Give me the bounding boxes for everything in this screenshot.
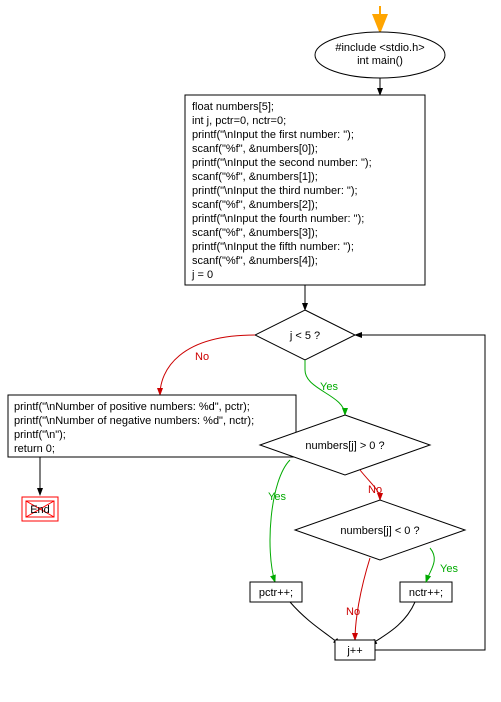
condneg-no-label: No — [346, 606, 360, 618]
edge-condneg-no — [355, 558, 370, 640]
decl-l9: scanf("%f", &numbers[3]); — [192, 227, 318, 239]
edge-condneg-yes — [426, 548, 434, 582]
decl-l1: int j, pctr=0, nctr=0; — [192, 115, 286, 127]
decl-l8: printf("\nInput the fourth number: "); — [192, 213, 364, 225]
header-line1: #include <stdio.h> — [335, 42, 424, 54]
condneg-yes-label: Yes — [440, 563, 458, 575]
end-text: End — [30, 504, 50, 516]
condneg-text: numbers[j] < 0 ? — [340, 525, 419, 537]
condpos-no-label: No — [368, 484, 382, 496]
edge-nctr-jpp — [370, 602, 415, 645]
edge-condpos-yes — [270, 460, 290, 582]
out-l0: printf("\nNumber of positive numbers: %d… — [14, 401, 250, 413]
decl-l11: scanf("%f", &numbers[4]); — [192, 255, 318, 267]
edge-condj-no — [160, 335, 255, 395]
out-l1: printf("\nNumber of negative numbers: %d… — [14, 415, 254, 427]
out-l2: printf("\n"); — [14, 429, 66, 441]
jpp-text: j++ — [346, 645, 362, 657]
decl-l12: j = 0 — [191, 269, 213, 281]
decl-l5: scanf("%f", &numbers[1]); — [192, 171, 318, 183]
decl-l10: printf("\nInput the fifth number: "); — [192, 241, 354, 253]
nctr-text: nctr++; — [409, 587, 443, 599]
decl-l2: printf("\nInput the first number: "); — [192, 129, 354, 141]
header-line2: int main() — [357, 55, 403, 67]
decl-l3: scanf("%f", &numbers[0]); — [192, 143, 318, 155]
decl-l7: scanf("%f", &numbers[2]); — [192, 199, 318, 211]
condj-no-label: No — [195, 351, 209, 363]
condj-text: j < 5 ? — [289, 330, 320, 342]
condj-yes-label: Yes — [320, 381, 338, 393]
condpos-text: numbers[j] > 0 ? — [305, 440, 384, 452]
out-l3: return 0; — [14, 443, 55, 455]
decl-l6: printf("\nInput the third number: "); — [192, 185, 358, 197]
pctr-text: pctr++; — [259, 587, 293, 599]
decl-l4: printf("\nInput the second number: "); — [192, 157, 372, 169]
condpos-yes-label: Yes — [268, 491, 286, 503]
edge-pctr-jpp — [290, 602, 340, 645]
decl-l0: float numbers[5]; — [192, 101, 274, 113]
